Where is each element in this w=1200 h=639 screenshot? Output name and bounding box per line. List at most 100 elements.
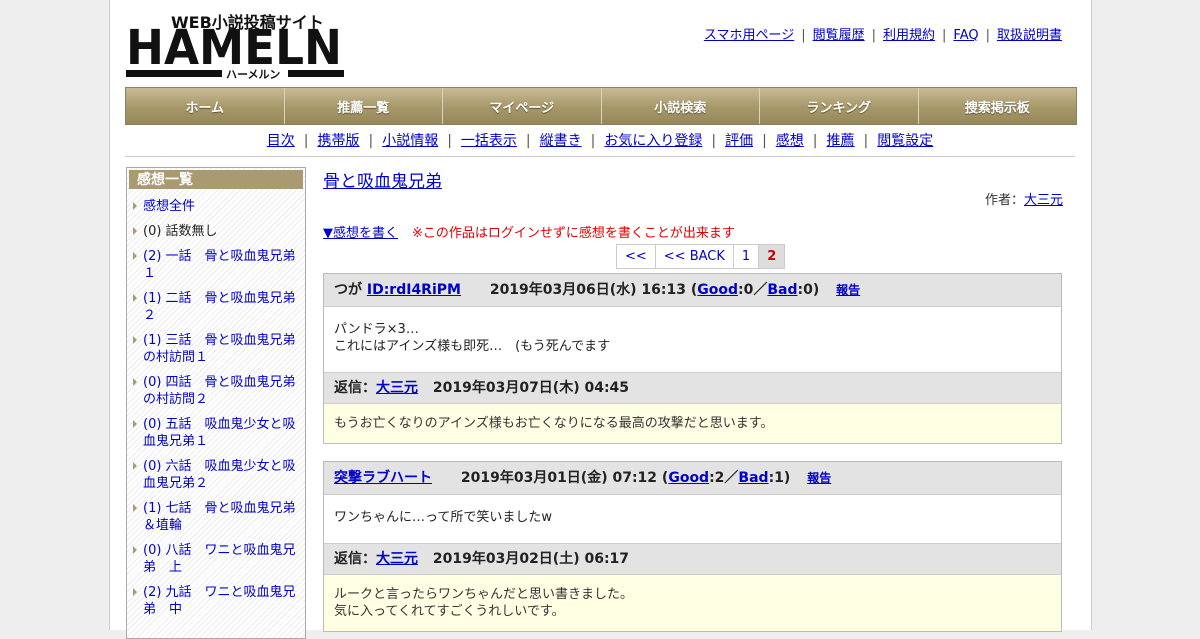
nav-novel-search[interactable]: 小説検索 [601,88,760,124]
subnav-favorite[interactable]: お気に入り登録 [604,133,702,149]
review-text-line: パンドラ×3… [334,322,419,337]
top-link-terms[interactable]: 利用規約 [883,28,935,43]
hameln-logo[interactable]: WEB小説投稿サイト HAMELN ハーメルン [126,10,346,80]
write-line: ▼感想を書く ※この作品はログインせずに感想を書くことが出来ます [323,222,735,241]
author-link[interactable]: 大三元 [1024,193,1063,208]
triangle-bullet-icon [133,546,137,554]
reviewer-id-link[interactable]: ID:rdI4RiPM [367,282,461,298]
good-count: :0 [738,282,754,298]
triangle-bullet-icon [133,504,137,512]
subnav-novel-info[interactable]: 小説情報 [382,133,438,149]
good-link[interactable]: Good [668,470,709,486]
review-body: パンドラ×3… これにはアインズ様も即死… (もう死んでます [324,307,1061,372]
sidebar-item[interactable]: (1) 三話 骨と吸血鬼兄弟の村訪問１ [127,332,305,366]
subnav-mobile[interactable]: 携帯版 [317,133,359,149]
sidebar: 感想一覧 感想全件 (0) 話数無し (2) 一話 骨と吸血鬼兄弟１ (1) 二… [126,167,306,639]
pager-first[interactable]: << [617,245,656,268]
bad-count: :0 [797,282,813,298]
subnav-reviews[interactable]: 感想 [776,133,804,149]
pager-back[interactable]: << BACK [655,245,734,268]
reviewer-name-link[interactable]: 突撃ラブハート [334,470,432,486]
author-label: 作者： [984,193,1024,208]
author-line: 作者：大三元 [985,189,1063,208]
reply-text-line: ルークと言ったらワンちゃんだと思い書きました。 [334,587,634,602]
write-review-link[interactable]: ▼感想を書く [323,226,398,241]
bad-link[interactable]: Bad [767,282,797,298]
reply-header: 返信：大三元 2019年03月02日(土) 06:17 [324,543,1061,575]
sidebar-item[interactable]: (1) 七話 骨と吸血鬼兄弟＆埴輪 [127,500,305,534]
triangle-bullet-icon [133,252,137,260]
pager-page-1[interactable]: 1 [733,245,760,268]
triangle-bullet-icon [133,294,137,302]
triangle-bullet-icon [133,420,137,428]
triangle-bullet-icon [133,378,137,386]
review-card: つが ID:rdI4RiPM 2019年03月06日(水) 16:13 (Goo… [323,273,1062,444]
nav-home[interactable]: ホーム [126,88,285,124]
sidebar-item[interactable]: (0) 五話 吸血鬼少女と吸血鬼兄弟１ [127,416,305,450]
bad-count: :1 [768,470,784,486]
subnav-toc[interactable]: 目次 [267,133,295,149]
good-link[interactable]: Good [697,282,738,298]
top-link-manual[interactable]: 取扱説明書 [997,28,1062,43]
main-nav: ホーム 推薦一覧 マイページ 小説検索 ランキング 捜索掲示板 [125,87,1077,125]
login-notice: ※この作品はログインせずに感想を書くことが出来ます [412,226,735,241]
sidebar-item[interactable]: (2) 九話 ワニと吸血鬼兄弟 中 [127,584,305,618]
triangle-bullet-icon [133,227,137,235]
good-count: :2 [709,470,725,486]
pager-current-page: 2 [759,245,785,268]
reply-body: もうお亡くなりのアインズ様もお亡くなりになる最高の攻撃だと思います。 [324,404,1061,443]
reply-text-line: 気に入ってくれてすごくうれしいです。 [334,604,565,619]
subnav-view-settings[interactable]: 閲覧設定 [877,133,933,149]
triangle-bullet-icon [133,462,137,470]
triangle-bullet-icon [133,202,137,210]
review-date: 2019年03月06日(水) 16:13 [489,282,686,298]
nav-search-board[interactable]: 捜索掲示板 [918,88,1076,124]
report-link[interactable]: 報告 [807,471,831,485]
reply-label: 返信： [334,551,376,567]
sidebar-list: 感想全件 (0) 話数無し (2) 一話 骨と吸血鬼兄弟１ (1) 二話 骨と吸… [127,198,305,618]
top-link-history[interactable]: 閲覧履歴 [813,28,865,43]
review-text-line: これにはアインズ様も即死… (もう死んでます [334,339,611,354]
nav-ranking[interactable]: ランキング [760,88,919,124]
subnav-rating[interactable]: 評価 [725,133,753,149]
reply-author-link[interactable]: 大三元 [376,551,418,567]
review-header: 突撃ラブハート 2019年03月01日(金) 07:12 (Good:2／Bad… [324,462,1061,495]
reply-date: 2019年03月02日(土) 06:17 [432,551,630,567]
nav-mypage[interactable]: マイページ [443,88,602,124]
sidebar-item[interactable]: (1) 二話 骨と吸血鬼兄弟２ [127,290,305,324]
reply-text-line: もうお亡くなりのアインズ様もお亡くなりになる最高の攻撃だと思います。 [334,416,774,431]
review-date: 2019年03月01日(金) 07:12 [460,470,658,486]
reply-date: 2019年03月07日(木) 04:45 [432,380,630,396]
reply-author-link[interactable]: 大三元 [376,380,418,396]
report-link[interactable]: 報告 [836,283,860,297]
sidebar-item[interactable]: (2) 一話 骨と吸血鬼兄弟１ [127,248,305,282]
reply-header: 返信：大三元 2019年03月07日(木) 04:45 [324,372,1061,404]
subnav-recommend[interactable]: 推薦 [827,133,855,149]
sidebar-item[interactable]: (0) 六話 吸血鬼少女と吸血鬼兄弟２ [127,458,305,492]
sidebar-item[interactable]: (0) 八話 ワニと吸血鬼兄弟 上 [127,542,305,576]
subnav-bulk-view[interactable]: 一括表示 [461,133,517,149]
svg-text:ハーメルン: ハーメルン [226,68,280,80]
sub-nav: 目次 | 携帯版 | 小説情報 | 一括表示 | 縦書き | お気に入り登録 | 評価 | 感想 | 推薦 | 閲覧… [266,133,934,149]
bad-link[interactable]: Bad [738,470,768,486]
review-header: つが ID:rdI4RiPM 2019年03月06日(水) 16:13 (Goo… [324,274,1061,307]
review-text-line: ワンちゃんに…って所で笑いましたw [334,510,552,525]
sidebar-item[interactable]: 感想全件 [127,198,305,215]
top-link-faq[interactable]: FAQ [953,28,978,43]
triangle-bullet-icon [133,588,137,596]
subnav-vertical[interactable]: 縦書き [540,133,582,149]
divider [125,156,1075,157]
page-container: WEB小説投稿サイト HAMELN ハーメルン スマホ用ページ | 閲覧履歴 | 利用規… [109,0,1092,639]
top-link-smartphone[interactable]: スマホ用ページ [704,28,794,43]
reply-body: ルークと言ったらワンちゃんだと思い書きました。 気に入ってくれてすごくうれしいで… [324,575,1061,631]
reviewer-name: つが [334,282,362,298]
pager: << << BACK 1 2 [616,244,786,269]
review-body: ワンちゃんに…って所で笑いましたw [324,495,1061,543]
review-card: 突撃ラブハート 2019年03月01日(金) 07:12 (Good:2／Bad… [323,461,1062,632]
novel-title[interactable]: 骨と吸血鬼兄弟 [323,167,442,192]
nav-recommend-list[interactable]: 推薦一覧 [284,88,443,124]
top-links: スマホ用ページ | 閲覧履歴 | 利用規約 | FAQ | 取扱説明書 [703,28,1062,43]
sidebar-item[interactable]: (0) 四話 骨と吸血鬼兄弟の村訪問２ [127,374,305,408]
reply-label: 返信： [334,380,376,396]
triangle-bullet-icon [133,336,137,344]
